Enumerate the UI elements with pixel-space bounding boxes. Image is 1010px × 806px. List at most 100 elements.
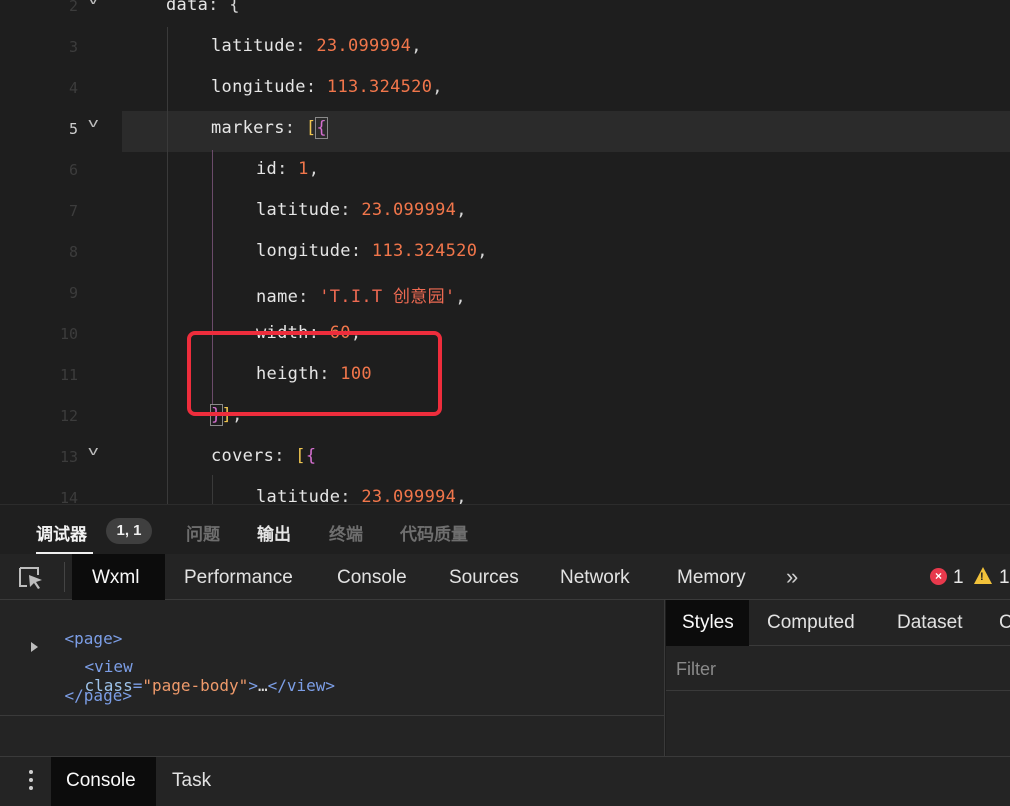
code-token: name	[256, 287, 299, 307]
line-number: 5	[68, 120, 78, 138]
code-token: [	[305, 118, 317, 138]
filter-input[interactable]	[676, 656, 996, 682]
code-token: ,	[455, 287, 466, 307]
code-text: markers: [{	[211, 117, 328, 139]
tab-output[interactable]: 输出	[257, 520, 291, 545]
code-line[interactable]: 7 latitude: 23.099994,	[0, 191, 1010, 232]
tag-close-bracket: >	[248, 676, 258, 695]
error-count[interactable]: 1	[953, 567, 964, 589]
code-text: latitude: 23.099994,	[256, 487, 467, 504]
drawer-menu-icon[interactable]	[29, 770, 33, 794]
attr-equals: =	[132, 676, 143, 695]
tab-network[interactable]: Network	[560, 567, 630, 589]
code-token: 113.324520	[326, 77, 433, 97]
line-number: 7	[68, 202, 78, 220]
code-line[interactable]: 8 longitude: 113.324520,	[0, 232, 1010, 273]
code-token: :	[295, 36, 317, 56]
tab-sources[interactable]: Sources	[449, 567, 519, 589]
tab-memory[interactable]: Memory	[677, 567, 746, 589]
line-number: 11	[59, 366, 78, 384]
code-line[interactable]: 11 heigth: 100	[0, 355, 1010, 396]
code-text: data: {	[166, 0, 240, 15]
fold-chevron-icon[interactable]: v	[88, 0, 98, 7]
tab-console[interactable]: Console	[337, 567, 407, 589]
bottom-panel-tabbar: 调试器 1, 1 问题 输出 终端 代码质量	[0, 504, 1010, 555]
tab-styles[interactable]: Styles	[666, 600, 749, 646]
tab-overflow[interactable]: C	[999, 612, 1010, 634]
code-line[interactable]: 14 latitude: 23.099994,	[0, 478, 1010, 504]
tab-wxml-label: Wxml	[92, 567, 140, 588]
code-token: latitude	[211, 36, 296, 56]
debugger-badge: 1, 1	[106, 518, 152, 544]
collapsed-ellipsis[interactable]: …	[258, 676, 268, 695]
wxml-tree: <page> <view class="page-body">…</view> …	[0, 600, 665, 756]
warning-count[interactable]: 1	[999, 567, 1010, 589]
code-token: :	[208, 0, 230, 15]
code-token: :	[350, 241, 372, 261]
code-token: 23.099994	[316, 36, 412, 56]
tab-dataset[interactable]: Dataset	[897, 612, 962, 634]
code-line[interactable]: 3 latitude: 23.099994,	[0, 27, 1010, 68]
code-token: longitude	[256, 241, 351, 261]
styles-panel: Styles Computed Dataset C	[666, 600, 1010, 756]
line-number: 13	[59, 448, 78, 466]
line-number: 12	[59, 407, 78, 425]
code-line[interactable]: 12}],	[0, 396, 1010, 437]
code-line[interactable]: 9 name: 'T.I.T 创意园',	[0, 273, 1010, 314]
code-token: ,	[432, 77, 443, 97]
annotation-highlight-box	[187, 331, 442, 416]
line-number: 4	[68, 79, 78, 97]
drawer-tab-task[interactable]: Task	[172, 770, 211, 792]
inspect-element-icon[interactable]	[18, 566, 44, 590]
tag-page-close: </page>	[64, 686, 132, 705]
tab-terminal[interactable]: 终端	[329, 520, 363, 545]
code-line[interactable]: 13 v covers: [{	[0, 437, 1010, 478]
code-text: id: 1,	[256, 159, 319, 179]
code-text: longitude: 113.324520,	[256, 241, 488, 261]
code-token: covers	[211, 446, 275, 466]
line-number: 2	[68, 0, 78, 15]
tab-computed[interactable]: Computed	[767, 612, 855, 634]
code-token: longitude	[211, 77, 306, 97]
code-line[interactable]: 4 longitude: 113.324520,	[0, 68, 1010, 109]
toolbar-separator	[64, 562, 65, 592]
tag-view-close: </view>	[267, 676, 336, 695]
tab-code-quality[interactable]: 代码质量	[400, 520, 468, 545]
expand-arrow-icon[interactable]	[31, 642, 38, 652]
code-line[interactable]: 5 v markers: [{	[0, 109, 1010, 150]
code-token: markers	[211, 118, 285, 138]
code-token: {	[305, 446, 317, 466]
code-line[interactable]: 6 id: 1,	[0, 150, 1010, 191]
code-line[interactable]: 10 width: 60,	[0, 314, 1010, 355]
code-token: ,	[456, 200, 467, 220]
styles-tabbar: Styles Computed Dataset C	[666, 600, 1010, 646]
tab-styles-label: Styles	[682, 612, 734, 633]
tab-wxml[interactable]: Wxml	[72, 554, 165, 600]
code-line[interactable]: 2 v data: {	[0, 0, 1010, 27]
code-editor[interactable]: 2 v data: { 3 latitude: 23.099994, 4 longitude…	[0, 0, 1010, 504]
fold-chevron-icon[interactable]: v	[88, 443, 98, 458]
tab-performance[interactable]: Performance	[184, 567, 293, 589]
fold-chevron-icon[interactable]: v	[88, 115, 98, 130]
devtools-toolbar: Wxml Performance Console Sources Network…	[0, 554, 1010, 600]
code-token: :	[284, 118, 306, 138]
code-token: :	[340, 487, 362, 504]
code-token: [	[295, 446, 306, 466]
code-token: latitude	[256, 200, 341, 220]
code-token: id	[256, 159, 278, 179]
code-token: latitude	[256, 487, 341, 504]
drawer-tab-console[interactable]: Console	[51, 757, 156, 806]
code-token: :	[298, 287, 320, 307]
drawer-bar: Console Task	[0, 756, 1010, 806]
line-number: 3	[68, 38, 78, 56]
error-icon[interactable]: ×	[930, 568, 947, 585]
line-number: 8	[68, 243, 78, 261]
line-number: 9	[68, 284, 78, 302]
tab-problems[interactable]: 问题	[186, 520, 220, 545]
code-token: :	[274, 446, 296, 466]
code-token: 23.099994	[361, 487, 457, 504]
more-tabs-icon[interactable]: »	[786, 564, 798, 590]
filter-bar	[666, 646, 1010, 691]
code-text: name: 'T.I.T 创意园',	[256, 282, 466, 307]
tab-debugger[interactable]: 调试器	[36, 520, 87, 545]
